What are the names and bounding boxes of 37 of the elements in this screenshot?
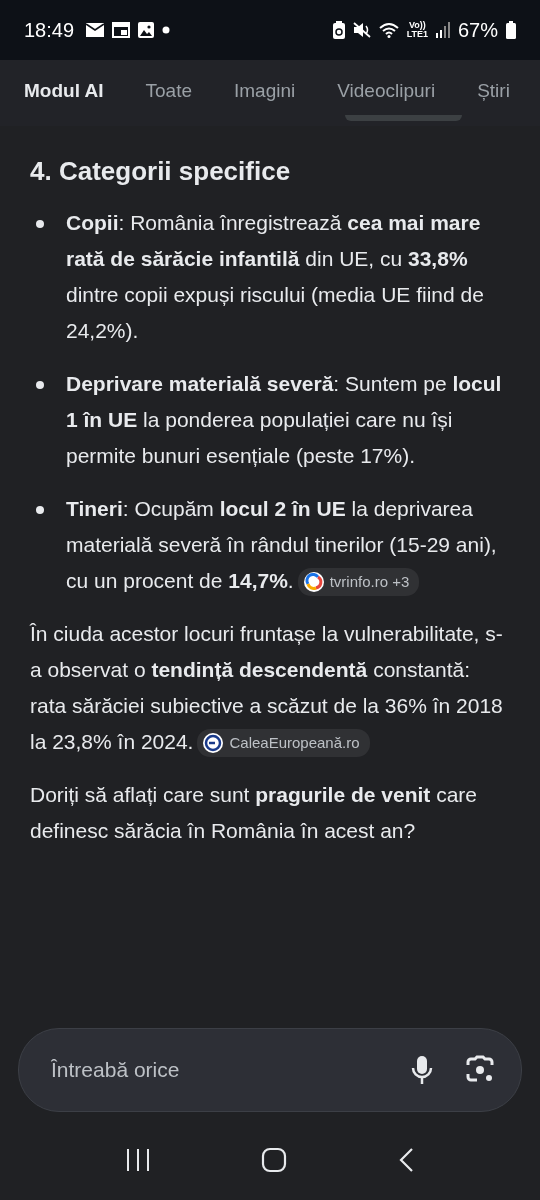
paragraph: Doriți să aflați care sunt pragurile de venit care definesc sărăcia în România în acest an? <box>30 782 478 844</box>
tab[interactable]: Știri <box>456 69 531 113</box>
battery-saver-icon <box>332 21 345 39</box>
wifi-icon <box>378 22 399 38</box>
image-icon <box>138 22 155 38</box>
tab[interactable]: Toate <box>124 69 213 113</box>
network-label: LTE1 <box>406 30 428 39</box>
bullet-icon <box>36 220 44 228</box>
site-logo-icon <box>303 572 324 593</box>
battery-icon <box>506 21 516 39</box>
tab[interactable]: Modul AI <box>24 69 125 113</box>
recent-apps-icon[interactable] <box>125 1148 150 1172</box>
tab[interactable]: Imagini <box>213 69 317 113</box>
site-logo-icon <box>203 733 224 754</box>
search-field[interactable]: Întreabă orice <box>49 1057 379 1083</box>
bullet-text: Copii: România înregistrează cea mai mare rată de sărăcie infantilă din UE, cu 33,8% dintre copii expuși riscului (media UE fiind de 24,2%). <box>66 210 485 344</box>
bullet-text: Deprivare materială severă: Suntem pe locul 1 în UE la ponderea populației care nu își permite bunuri esențiale (peste 17%). <box>66 371 503 469</box>
volte-label: Vo)) <box>408 21 426 30</box>
signal-icon <box>435 22 450 38</box>
source-link[interactable]: CaleaEuropeană.ro <box>197 729 370 758</box>
bullet-icon <box>36 506 44 514</box>
bullet-icon <box>36 381 44 389</box>
section-heading: 4. Categorii specifice <box>30 155 292 188</box>
mail-icon <box>86 23 105 37</box>
battery-percent: 67% <box>457 18 498 42</box>
calendar-icon <box>112 22 131 38</box>
camera-lens-icon[interactable] <box>465 1055 495 1085</box>
microphone-icon[interactable] <box>411 1055 433 1085</box>
mute-icon <box>352 22 371 38</box>
paragraph: În ciuda acestor locuri fruntașe la vulnerabilitate, s-a observat o tendință descendentă constantă: rata sărăciei subiective a scăzut de la 36% în 2018 la 23,8% în 2024. CaleaEuropeană.ro <box>30 616 510 760</box>
bullet-text: Tineri: Ocupăm locul 2 în UE la deprivarea materială severă în rândul tinerilor (15-29 ani), cu un procent de 14,7%. tvrinfo.ro +3 <box>66 491 510 599</box>
home-icon[interactable] <box>261 1147 287 1173</box>
dot-icon <box>162 26 171 34</box>
source-link[interactable]: tvrinfo.ro +3 <box>297 568 420 597</box>
tab[interactable]: Videoclipuri <box>316 69 457 113</box>
back-icon[interactable] <box>398 1147 415 1173</box>
clock-time: 18:49 <box>24 18 75 42</box>
